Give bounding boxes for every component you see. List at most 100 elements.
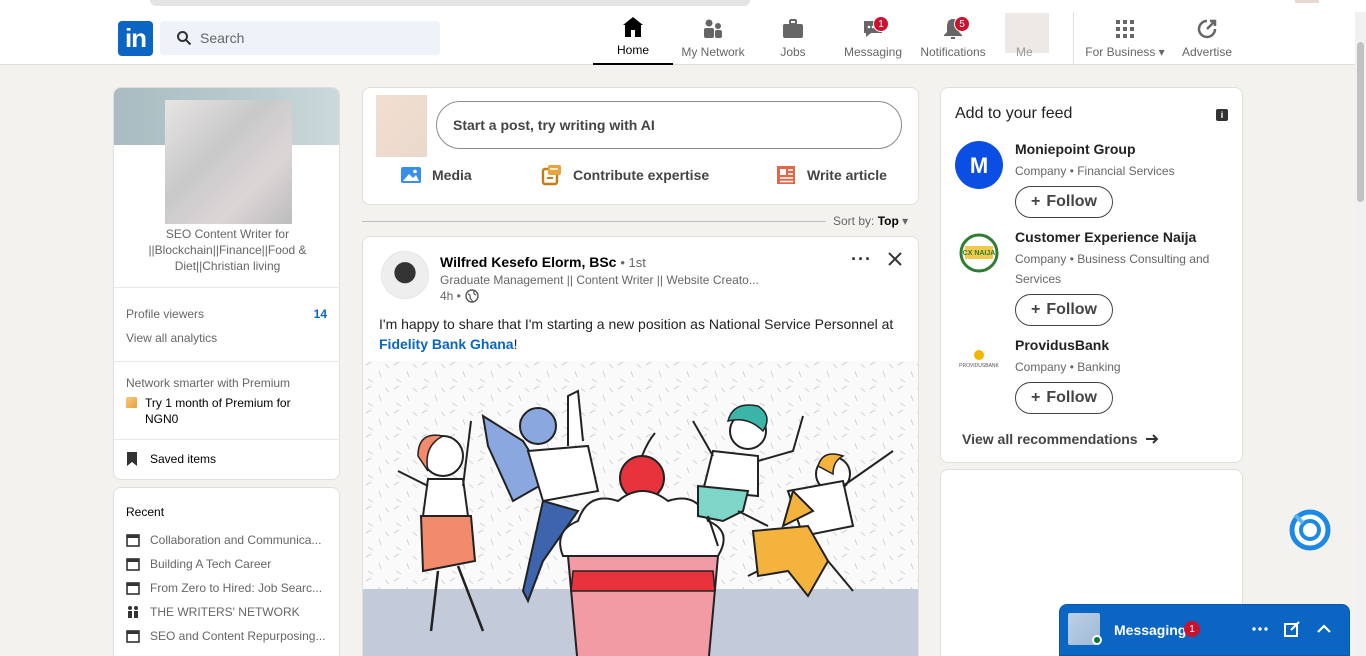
company-suggestion: CX NAIJA Customer Experience Naija Compa… — [955, 229, 1235, 329]
nav-notifications[interactable]: Notifications — [913, 12, 993, 65]
page-scrollbar[interactable] — [1355, 12, 1366, 656]
follow-button[interactable]: + Follow — [1015, 186, 1113, 218]
chevron-up-icon[interactable] — [1314, 619, 1334, 639]
company-subtitle: Company • Banking — [1015, 360, 1121, 374]
tab-strip-marker — [1295, 0, 1319, 3]
post-author-avatar[interactable] — [381, 251, 429, 299]
grid-icon — [1116, 20, 1134, 38]
premium-prompt: Network smarter with Premium — [126, 376, 291, 390]
divider — [114, 287, 339, 288]
nav-messaging-label: Messaging — [843, 45, 903, 59]
post-author-name[interactable]: Wilfred Kesefo Elorm, BSc — [440, 254, 616, 270]
premium-icon — [126, 397, 137, 408]
tab-strip — [150, 0, 750, 6]
post-author-line: Wilfred Kesefo Elorm, BSc • 1st — [440, 254, 646, 270]
media-label: Media — [432, 167, 472, 183]
info-icon[interactable]: i — [1216, 109, 1228, 121]
messaging-title[interactable]: Messaging — [1114, 622, 1186, 638]
nav-for-business[interactable]: For Business ▾ — [1080, 12, 1170, 65]
view-all-recommendations-link[interactable]: View all recommendations — [962, 431, 1160, 447]
close-icon[interactable] — [883, 247, 907, 271]
post-text: I'm happy to share that I'm starting a n… — [379, 314, 899, 354]
for-business-text: For Business — [1085, 45, 1156, 59]
post-author-subtitle: Graduate Management || Content Writer ||… — [440, 273, 759, 287]
view-analytics-link[interactable]: View all analytics — [126, 331, 217, 345]
follow-label: Follow — [1046, 389, 1097, 406]
calendar-icon — [126, 534, 140, 547]
share-box: Start a post, try writing with AI Media … — [362, 87, 919, 205]
recent-title: Recent — [126, 505, 165, 519]
company-link[interactable]: Fidelity Bank Ghana — [379, 336, 514, 352]
company-name[interactable]: Moniepoint Group — [1015, 141, 1136, 157]
recent-item[interactable]: Building A Tech Career — [126, 557, 331, 571]
nav-notifications-label: Notifications — [920, 45, 986, 59]
recent-item[interactable]: From Zero to Hired: Job Searc... — [126, 581, 331, 595]
follow-button[interactable]: + Follow — [1015, 382, 1113, 414]
company-name[interactable]: Customer Experience Naija — [1015, 229, 1196, 245]
recent-card: Recent Collaboration and Communica... Bu… — [113, 487, 340, 656]
caret-down-icon: ▾ — [902, 214, 909, 228]
sort-dropdown[interactable]: Sort by: Top ▾ — [833, 214, 908, 228]
divider — [114, 439, 339, 440]
svg-text:M: M — [970, 153, 988, 178]
recent-item[interactable]: THE WRITERS' NETWORK — [126, 605, 331, 619]
messaging-overlay-badge: 1 — [1184, 621, 1200, 637]
arrow-right-icon — [1145, 434, 1159, 444]
profile-viewers-label[interactable]: Profile viewers — [126, 307, 204, 321]
add-to-feed-card: Add to your feed i M Moniepoint Group Co… — [940, 87, 1243, 463]
premium-offer-text: Try 1 month of Premium for NGN0 — [145, 396, 291, 426]
celebration-illustration[interactable] — [363, 361, 919, 656]
feed-post: Wilfred Kesefo Elorm, BSc • 1st Graduate… — [362, 236, 919, 656]
plus-icon: + — [1031, 193, 1041, 210]
saved-items-link[interactable]: Saved items — [126, 452, 216, 466]
company-subtitle: Company • Financial Services — [1015, 164, 1175, 178]
nav-advertise[interactable]: Advertise — [1172, 12, 1242, 65]
premium-offer-link[interactable]: Try 1 month of Premium for NGN0 — [126, 395, 316, 427]
nav-me-label[interactable]: Me — [1016, 45, 1033, 59]
share-avatar[interactable] — [376, 95, 427, 157]
company-name[interactable]: ProvidusBank — [1015, 337, 1109, 353]
scrollbar-thumb[interactable] — [1357, 42, 1364, 202]
contribute-icon — [541, 165, 561, 186]
recent-item-label: From Zero to Hired: Job Searc... — [150, 581, 323, 595]
providusbank-logo-icon: PROVIDUSBANK — [959, 350, 1000, 369]
compose-icon[interactable] — [1282, 619, 1302, 639]
more-options-icon[interactable] — [1250, 619, 1270, 639]
post-text-body: I'm happy to share that I'm starting a n… — [379, 316, 894, 332]
contribute-expertise-button[interactable]: Contribute expertise — [541, 164, 709, 186]
follow-button[interactable]: + Follow — [1015, 294, 1113, 326]
advertise-icon — [1197, 19, 1217, 39]
company-subtitle: Company • Business Consulting and Servic… — [1015, 252, 1210, 286]
photo-icon — [401, 167, 421, 183]
plus-icon: + — [1031, 389, 1041, 406]
linkedin-logo[interactable]: in — [118, 21, 153, 56]
company-logo[interactable]: M — [955, 141, 1003, 189]
nav-home[interactable]: Home — [593, 12, 673, 65]
profile-viewers-count[interactable]: 14 — [314, 307, 327, 321]
briefcase-icon — [783, 19, 803, 38]
recent-item[interactable]: Collaboration and Communica... — [126, 533, 331, 547]
recent-item-label: THE WRITERS' NETWORK — [150, 605, 300, 619]
calendar-icon — [126, 558, 140, 571]
media-button[interactable]: Media — [400, 164, 472, 186]
recent-item-label: Collaboration and Communica... — [150, 533, 322, 547]
assistant-floating-icon[interactable] — [1287, 507, 1333, 553]
company-logo[interactable]: CX NAIJA — [955, 229, 1003, 277]
recent-item[interactable]: SEO and Content Repurposing... — [126, 629, 331, 643]
start-post-button[interactable]: Start a post, try writing with AI — [436, 101, 902, 149]
search-icon — [177, 31, 192, 46]
messaging-overlay[interactable]: Messaging 1 — [1059, 604, 1350, 656]
write-article-button[interactable]: Write article — [775, 164, 887, 186]
post-menu-icon[interactable]: ··· — [851, 249, 872, 270]
calendar-icon — [126, 630, 140, 643]
global-nav: in Home My Network Jobs Messaging 1 Noti… — [0, 12, 1366, 65]
nav-my-network[interactable]: My Network — [673, 12, 753, 65]
company-logo[interactable]: PROVIDUSBANK — [955, 337, 1003, 385]
profile-photo[interactable] — [165, 100, 292, 224]
view-all-label: View all recommendations — [962, 431, 1138, 447]
nav-jobs[interactable]: Jobs — [753, 12, 833, 65]
search-box[interactable] — [160, 21, 440, 55]
search-input[interactable] — [200, 30, 420, 46]
messaging-badge: 1 — [873, 16, 889, 32]
post-time: 4h • — [440, 289, 479, 303]
